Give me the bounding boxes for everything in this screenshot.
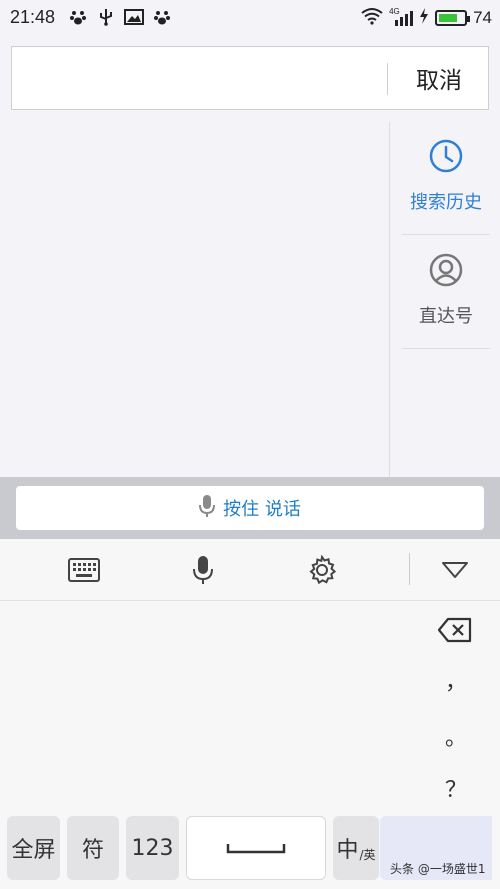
- wifi-icon: [361, 7, 383, 29]
- fullscreen-key[interactable]: 全屏: [7, 816, 60, 880]
- side-item-label: 直达号: [419, 306, 473, 327]
- signal-icon: 4G: [389, 7, 414, 27]
- search-input[interactable]: [20, 57, 380, 99]
- battery-level: 74: [473, 8, 492, 27]
- gear-icon[interactable]: [304, 553, 340, 587]
- keyboard-toolbar: [0, 539, 500, 601]
- mic-icon: [199, 494, 216, 522]
- side-item-search-history[interactable]: 搜索历史: [402, 138, 490, 214]
- side-divider: [402, 348, 490, 349]
- hold-to-talk-label: 按住 说话: [223, 499, 301, 520]
- lang-main-label: 中: [336, 838, 359, 863]
- mic-icon[interactable]: [185, 553, 221, 587]
- side-item-direct-number[interactable]: 直达号: [402, 252, 490, 328]
- cancel-button[interactable]: 取消: [388, 47, 490, 109]
- watermark: 头条 @一场盛世1: [390, 862, 486, 876]
- comma-key[interactable]: ，: [436, 664, 476, 696]
- side-item-label: 搜索历史: [410, 192, 482, 213]
- language-toggle-key[interactable]: 中/英: [333, 816, 379, 880]
- toolbar-divider: [409, 553, 410, 585]
- battery-icon: [435, 10, 471, 26]
- search-bar: 取消: [11, 46, 489, 110]
- user-circle-icon: [428, 252, 464, 292]
- hold-to-talk-button[interactable]: 按住 说话: [16, 486, 484, 530]
- voice-strip: 按住 说话: [0, 477, 500, 539]
- image-icon: [124, 8, 144, 26]
- paw-icon: [152, 8, 172, 26]
- side-divider: [402, 234, 490, 235]
- usb-icon: [96, 8, 116, 26]
- period-key[interactable]: 。: [436, 720, 476, 752]
- keyboard-icon[interactable]: [66, 553, 102, 587]
- status-bar: 21:48 4G 74: [0, 0, 500, 34]
- collapse-triangle-icon[interactable]: [437, 553, 473, 587]
- space-key[interactable]: [186, 816, 326, 880]
- side-panel: 搜索历史 直达号: [389, 122, 500, 477]
- status-time: 21:48: [10, 7, 56, 27]
- backspace-icon[interactable]: [437, 617, 472, 647]
- question-key[interactable]: ？: [436, 772, 476, 804]
- symbols-key[interactable]: 符: [67, 816, 119, 880]
- battery-fill: [439, 14, 457, 22]
- clock-icon: [428, 138, 464, 178]
- space-bar-icon: [226, 844, 286, 854]
- lang-sub-label: /英: [359, 847, 376, 862]
- charging-icon: [419, 7, 429, 29]
- numbers-key[interactable]: 123: [126, 816, 179, 880]
- paw-icon: [68, 8, 88, 26]
